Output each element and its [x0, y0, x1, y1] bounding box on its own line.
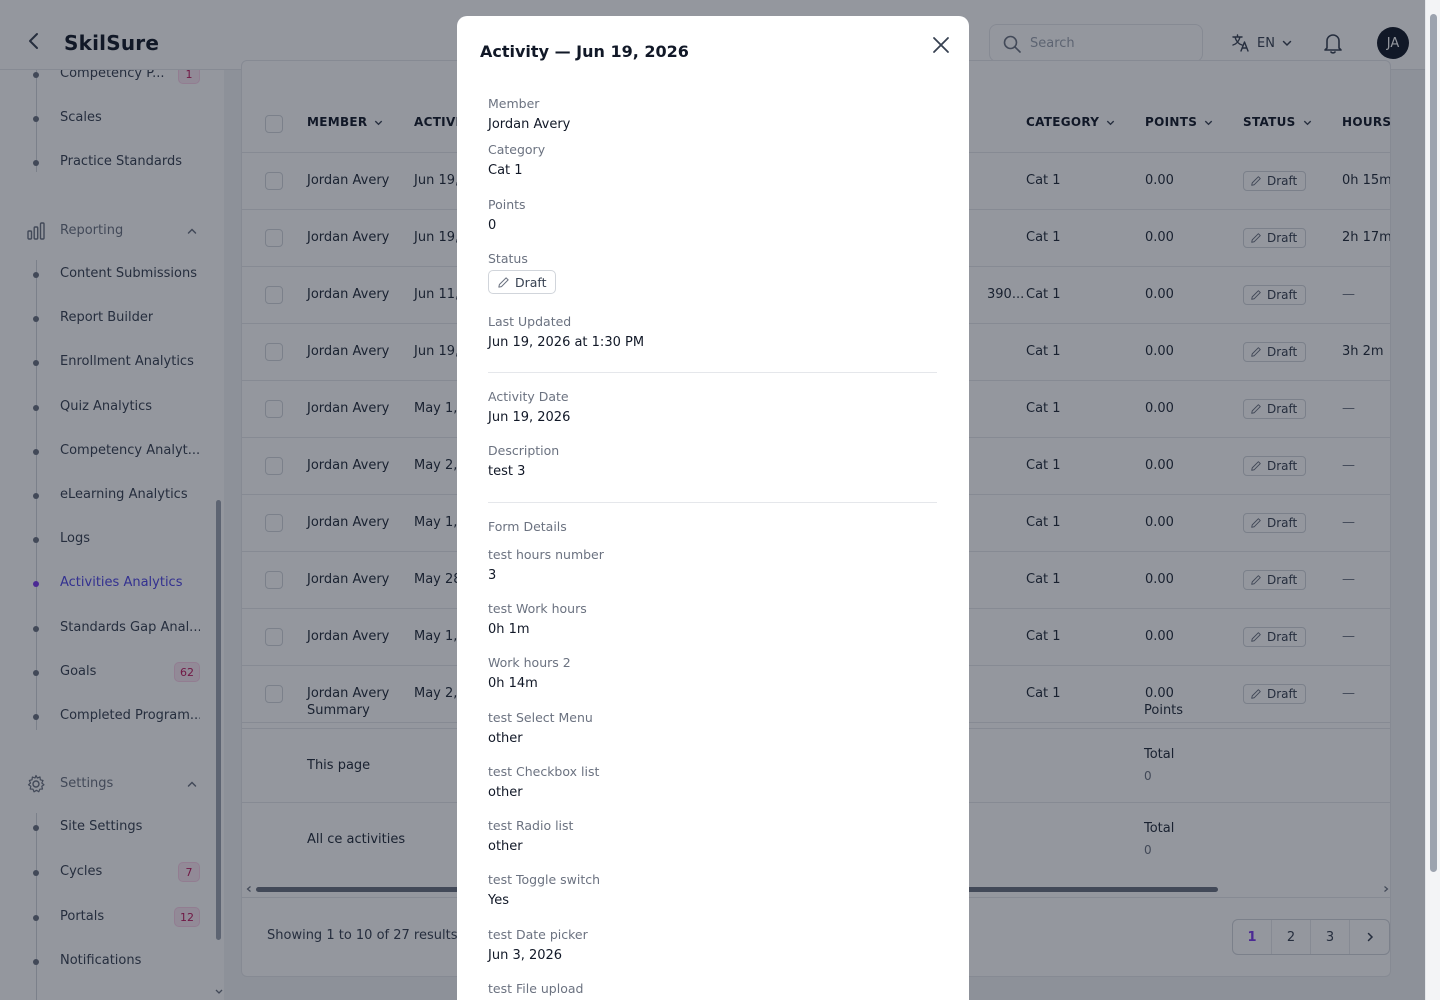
form-details-heading: Form Details	[488, 519, 567, 534]
field-value-description: test 3	[488, 464, 526, 479]
field-value-test-hours-number: 3	[488, 568, 497, 583]
field-label-description: Description	[488, 443, 560, 458]
field-value-last-updated: Jun 19, 2026 at 1:30 PM	[488, 335, 645, 350]
modal-title: Activity — Jun 19, 2026	[480, 42, 689, 61]
divider	[488, 372, 937, 373]
close-button[interactable]	[930, 34, 952, 56]
field-value-test-work-hours: 0h 1m	[488, 622, 530, 637]
field-label-activity-date: Activity Date	[488, 389, 569, 404]
activity-detail-modal: Activity — Jun 19, 2026 Member Jordan Av…	[457, 16, 969, 1000]
field-value-test-select-menu: other	[488, 731, 523, 746]
field-value-test-toggle-switch: Yes	[488, 893, 509, 908]
field-label-work-hours-2: Work hours 2	[488, 655, 571, 670]
field-label-test-select-menu: test Select Menu	[488, 710, 593, 725]
field-value-test-date-picker: Jun 3, 2026	[488, 948, 563, 963]
field-value-test-radio-list: other	[488, 839, 523, 854]
field-value-category: Cat 1	[488, 163, 523, 178]
window-scrollbar[interactable]	[1425, 0, 1440, 1000]
field-label-category: Category	[488, 142, 546, 157]
divider	[488, 502, 937, 503]
field-label-status: Status	[488, 251, 528, 266]
field-label-test-date-picker: test Date picker	[488, 927, 588, 942]
field-label-last-updated: Last Updated	[488, 314, 572, 329]
field-label-test-toggle-switch: test Toggle switch	[488, 872, 601, 887]
field-value-work-hours-2: 0h 14m	[488, 676, 538, 691]
close-icon	[933, 37, 949, 53]
field-label-points: Points	[488, 197, 526, 212]
status-badge-label: Draft	[515, 274, 547, 290]
status-badge: Draft	[488, 270, 556, 294]
field-value-member: Jordan Avery	[488, 117, 571, 132]
field-value-activity-date: Jun 19, 2026	[488, 410, 571, 425]
field-label-test-checkbox-list: test Checkbox list	[488, 764, 600, 779]
field-label-test-file-upload: test File upload	[488, 981, 584, 996]
field-label-test-radio-list: test Radio list	[488, 818, 574, 833]
pencil-icon	[498, 276, 509, 288]
window-scrollbar-thumb[interactable]	[1430, 14, 1437, 872]
field-label-test-hours-number: test hours number	[488, 547, 604, 562]
field-label-test-work-hours: test Work hours	[488, 601, 587, 616]
field-value-points: 0	[488, 218, 497, 233]
field-label-member: Member	[488, 96, 540, 111]
field-value-test-checkbox-list: other	[488, 785, 523, 800]
